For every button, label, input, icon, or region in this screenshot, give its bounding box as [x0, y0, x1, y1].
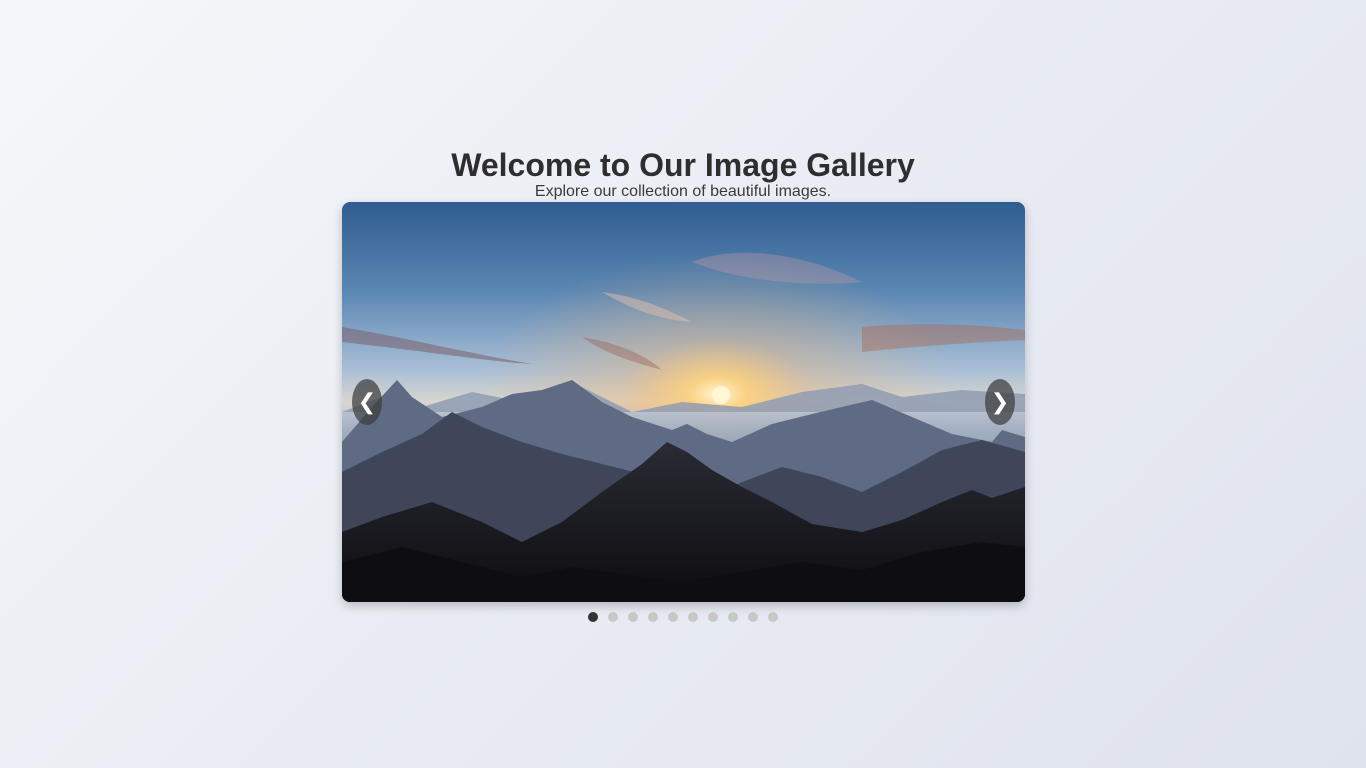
image-slider: ❮ ❯	[342, 202, 1025, 602]
next-slide-button[interactable]: ❯	[985, 379, 1015, 425]
slide-dot[interactable]	[608, 612, 618, 622]
slide-image	[342, 202, 1025, 602]
slide-dot[interactable]	[648, 612, 658, 622]
previous-slide-button[interactable]: ❮	[352, 379, 382, 425]
slide-dot[interactable]	[708, 612, 718, 622]
slide-dot[interactable]	[588, 612, 598, 622]
slide-dot[interactable]	[668, 612, 678, 622]
slide-dot[interactable]	[628, 612, 638, 622]
slide-dot[interactable]	[728, 612, 738, 622]
page-subtitle: Explore our collection of beautiful imag…	[534, 183, 832, 200]
slide-dot[interactable]	[768, 612, 778, 622]
page-title: Welcome to Our Image Gallery	[451, 147, 915, 183]
slide-dot[interactable]	[688, 612, 698, 622]
slide-indicator-dots	[0, 612, 1366, 622]
slide-dot[interactable]	[748, 612, 758, 622]
